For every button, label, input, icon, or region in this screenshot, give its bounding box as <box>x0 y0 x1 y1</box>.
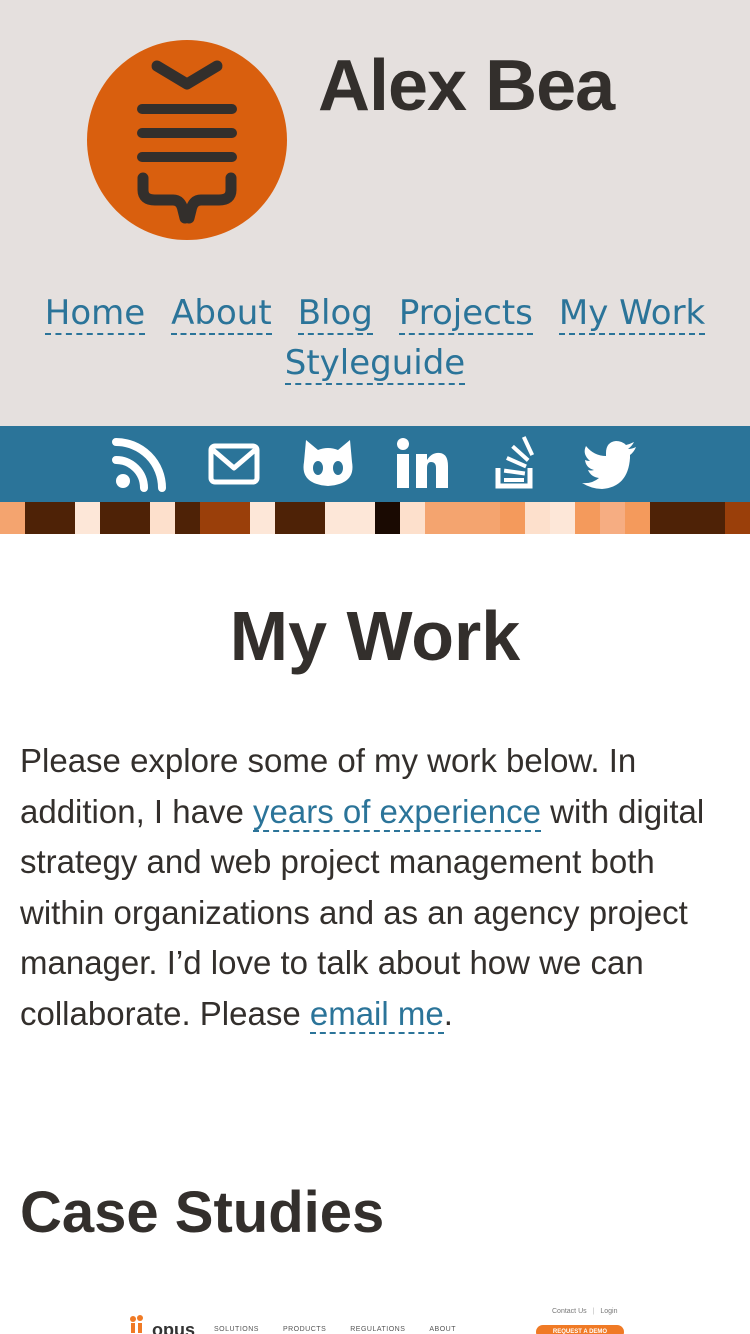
preview-nav: SOLUTIONS PRODUCTS REGULATIONS ABOUT <box>214 1326 480 1333</box>
nav-link-about[interactable]: About <box>171 293 272 335</box>
twitter-icon[interactable] <box>580 434 640 494</box>
site-title[interactable]: Alex Bea <box>318 46 615 126</box>
main-content: My Work Please explore some of my work b… <box>0 534 750 1334</box>
nav-link-blog[interactable]: Blog <box>297 293 373 335</box>
github-icon[interactable] <box>298 434 358 494</box>
site-header: Alex Bea Home About Blog Projects My Work St… <box>0 0 750 426</box>
preview-top-links: Contact Us | Login <box>552 1308 618 1315</box>
preview-demo-button: REQUEST A DEMO <box>536 1325 624 1334</box>
page-title: My Work <box>229 597 521 675</box>
preview-nav-item: ABOUT <box>429 1326 457 1333</box>
experience-link[interactable]: years of experience <box>253 792 541 832</box>
linkedin-icon[interactable] <box>392 434 452 494</box>
decorative-stripe <box>0 502 750 534</box>
intro-paragraph: Please explore some of my work below. In… <box>20 736 730 1039</box>
preview-nav-item: PRODUCTS <box>282 1326 327 1333</box>
main-nav: Home About Blog Projects My Work Styleguide <box>0 288 750 388</box>
case-studies-heading: Case Studies <box>20 1180 385 1245</box>
preview-top-link: Contact Us <box>552 1308 587 1315</box>
social-bar <box>0 426 750 502</box>
preview-top-link: Login <box>600 1308 618 1315</box>
nav-link-my-work[interactable]: My Work <box>558 293 706 335</box>
nav-link-styleguide[interactable]: Styleguide <box>284 343 466 385</box>
preview-nav-item: REGULATIONS <box>350 1326 406 1333</box>
sitemap-logo-icon[interactable] <box>87 40 287 240</box>
rss-icon[interactable] <box>110 434 170 494</box>
stackoverflow-icon[interactable] <box>486 434 546 494</box>
email-me-link[interactable]: email me <box>309 994 444 1034</box>
nav-row: Styleguide <box>0 338 750 388</box>
case-study-preview[interactable]: opus SOLUTIONS PRODUCTS REGULATIONS ABOUT C… <box>20 1304 730 1334</box>
nav-row: Home About Blog Projects My Work <box>0 288 750 338</box>
email-icon[interactable] <box>204 434 264 494</box>
preview-brand: opus <box>152 1320 195 1334</box>
intro-text: . <box>443 994 453 1032</box>
nav-link-projects[interactable]: Projects <box>398 293 533 335</box>
nav-link-home[interactable]: Home <box>44 293 146 335</box>
opus-logo-icon <box>130 1315 143 1333</box>
preview-nav-item: SOLUTIONS <box>214 1326 259 1333</box>
